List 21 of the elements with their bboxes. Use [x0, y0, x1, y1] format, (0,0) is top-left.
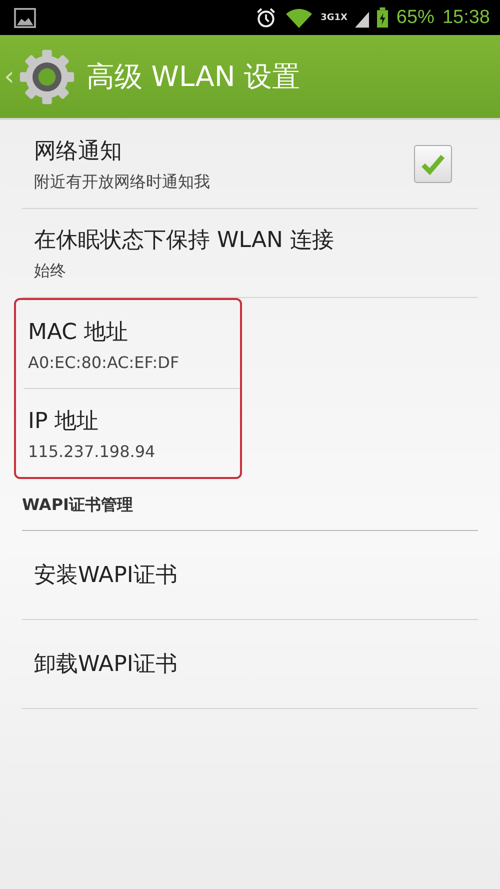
clock-time: 15:38 — [442, 6, 490, 28]
image-icon — [14, 8, 36, 28]
setting-title[interactable]: MAC 地址 — [28, 316, 236, 346]
section-header: WAPI证书管理 — [22, 479, 478, 531]
setting-title[interactable]: 网络通知 — [34, 136, 414, 166]
setting-summary: 始终 — [34, 260, 67, 282]
setting-title[interactable]: IP 地址 — [28, 406, 236, 436]
setting-value: A0:EC:80:AC:EF:DF — [28, 352, 180, 372]
setting-title[interactable]: 安装WAPI证书 — [34, 560, 466, 590]
gear-icon[interactable] — [18, 48, 76, 106]
wifi-icon — [284, 6, 313, 28]
setting-value: 115.237.198.94 — [28, 442, 156, 460]
network-type: 3G1X — [320, 12, 348, 22]
battery-icon — [377, 7, 388, 28]
setting-title[interactable]: 在休眠状态下保持 WLAN 连接 — [34, 224, 466, 254]
screen-title: 高级 WLAN 设置 — [86, 58, 300, 94]
battery-percent: 65% — [396, 6, 434, 28]
checkbox[interactable] — [414, 145, 452, 183]
alarm-clock-icon — [254, 6, 277, 28]
setting-title[interactable]: 卸载WAPI证书 — [34, 649, 466, 679]
setting-summary: 附近有开放网络时通知我 — [34, 172, 211, 192]
